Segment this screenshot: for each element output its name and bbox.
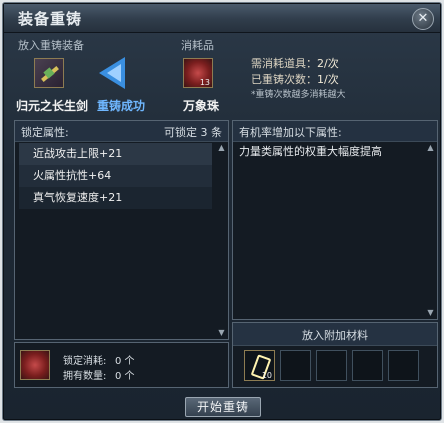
lock-cost-value: 0 个 <box>115 356 135 367</box>
lock-cost-item[interactable] <box>20 350 50 380</box>
close-icon: ✕ <box>417 11 429 26</box>
locked-attributes-header: 锁定属性: 可锁定 3 条 <box>15 121 228 142</box>
material-slot[interactable] <box>280 350 311 381</box>
close-button[interactable]: ✕ <box>412 8 434 30</box>
consumable-name: 万象珠 <box>183 99 220 113</box>
locked-attributes-panel: 锁定属性: 可锁定 3 条 近战攻击上限+21 火属性抗性+64 真气恢复速度+… <box>14 120 229 340</box>
scroll-up-icon[interactable]: ▲ <box>426 143 435 152</box>
owned-count-value: 0 个 <box>115 371 135 382</box>
materials-header: 放入附加材料 <box>233 323 437 346</box>
scroll-down-icon[interactable]: ▼ <box>426 308 435 317</box>
equip-slot-label: 放入重铸装备 <box>18 39 84 52</box>
bonus-attributes-text: 力量类属性的权重大幅度提高 <box>239 145 382 158</box>
recast-window: 装备重铸 ✕ 放入重铸装备 消耗品 13 归元之长生剑 重铸成功 万象珠 需消耗… <box>2 2 442 421</box>
attribute-row[interactable]: 近战攻击上限+21 <box>19 143 212 165</box>
arrow-left-icon <box>99 57 125 89</box>
bonus-attributes-panel: 有机率增加以下属性: 力量类属性的权重大幅度提高 ▲ ▼ <box>232 120 438 320</box>
bonus-attributes-title: 有机率增加以下属性: <box>239 126 342 139</box>
recast-count-value: 1/次 <box>317 73 339 86</box>
scroll-down-icon[interactable]: ▼ <box>217 328 226 337</box>
consumable-count: 13 <box>199 78 210 87</box>
title-bar[interactable]: 装备重铸 ✕ <box>4 4 440 33</box>
cost-note: *重铸次数越多消耗越大 <box>251 90 346 100</box>
need-items-value: 2/次 <box>317 57 339 70</box>
material-slot[interactable] <box>352 350 383 381</box>
recast-status: 重铸成功 <box>97 99 146 113</box>
equip-name: 归元之长生剑 <box>16 99 89 113</box>
recast-count-row: 已重铸次数：1/次 <box>251 71 339 87</box>
materials-title: 放入附加材料 <box>302 329 368 342</box>
attribute-row[interactable]: 真气恢复速度+21 <box>19 187 212 209</box>
material-slot[interactable] <box>316 350 347 381</box>
consumable-label: 消耗品 <box>181 39 214 52</box>
equip-slot[interactable] <box>34 58 64 88</box>
scroll-up-icon[interactable]: ▲ <box>217 143 226 152</box>
need-items-row: 需消耗道具：2/次 <box>251 55 339 71</box>
lockable-count: 可锁定 3 条 <box>164 126 222 139</box>
material-slot[interactable] <box>388 350 419 381</box>
start-recast-button[interactable]: 开始重铸 <box>185 397 261 417</box>
window-title: 装备重铸 <box>18 10 83 28</box>
consumable-slot[interactable]: 13 <box>183 58 213 88</box>
owned-count-label: 拥有数量: <box>63 371 107 382</box>
materials-panel: 放入附加材料 10 <box>232 322 438 388</box>
lock-cost-label: 锁定消耗: <box>63 356 107 367</box>
locked-attributes-title: 锁定属性: <box>21 126 69 139</box>
recast-count-label: 已重铸次数： <box>251 73 317 86</box>
material-count: 10 <box>261 371 272 380</box>
lock-cost-panel: 锁定消耗: 0 个 拥有数量: 0 个 <box>14 342 229 388</box>
need-items-label: 需消耗道具： <box>251 57 317 70</box>
attribute-row[interactable]: 火属性抗性+64 <box>19 165 212 187</box>
bonus-attributes-header: 有机率增加以下属性: <box>233 121 437 142</box>
material-slot[interactable]: 10 <box>244 350 275 381</box>
